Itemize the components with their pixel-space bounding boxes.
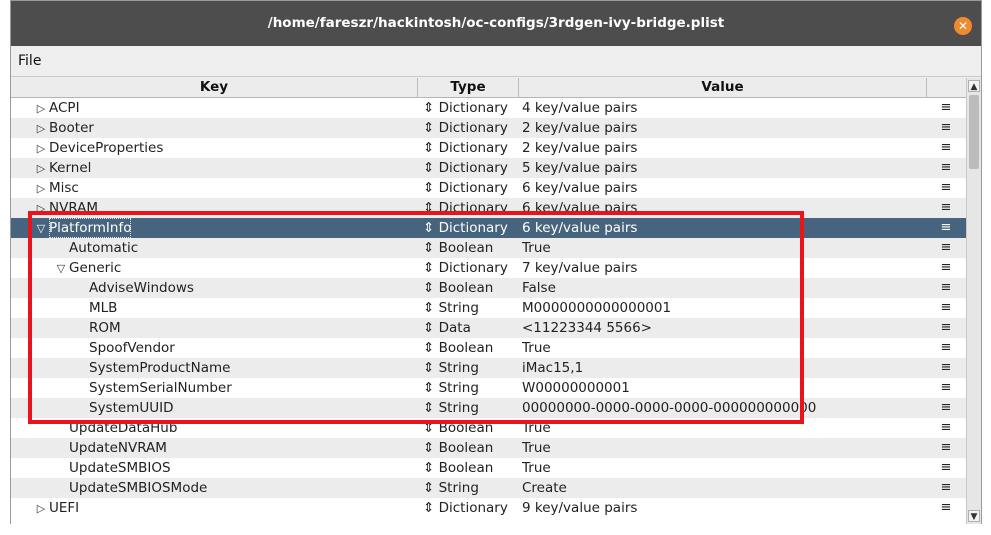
row-menu-icon[interactable]: ≡ (939, 198, 953, 218)
row-type-selector[interactable]: ⇕ Dictionary (423, 178, 519, 198)
row-type-selector[interactable]: ⇕ Dictionary (423, 98, 519, 118)
row-key[interactable]: ▷ DeviceProperties (11, 138, 442, 158)
column-header-value[interactable]: Value (519, 78, 927, 97)
table-row[interactable]: UpdateSMBIOS ⇕ Boolean True ≡ (11, 458, 966, 478)
column-header-key[interactable]: Key (11, 78, 418, 97)
row-menu-icon[interactable]: ≡ (939, 298, 953, 318)
row-menu-icon[interactable]: ≡ (939, 158, 953, 178)
row-menu-icon[interactable]: ≡ (939, 118, 953, 138)
row-key-label: UpdateSMBIOSMode (69, 480, 208, 496)
menu-file[interactable]: File (18, 53, 41, 69)
row-key-label: Kernel (49, 160, 92, 176)
window-title: /home/fareszr/hackintosh/oc-configs/3rdg… (267, 15, 725, 31)
row-key-label: ACPI (49, 100, 80, 116)
table-row[interactable]: ▷ Kernel ⇕ Dictionary 5 key/value pairs ≡ (11, 158, 966, 178)
row-value[interactable]: 4 key/value pairs (522, 98, 922, 118)
table-row[interactable]: ▷ Booter ⇕ Dictionary 2 key/value pairs ≡ (11, 118, 966, 138)
row-menu-icon[interactable]: ≡ (939, 378, 953, 398)
collapsed-arrow-icon[interactable]: ▷ (35, 119, 47, 138)
row-menu-icon[interactable]: ≡ (939, 98, 953, 118)
row-type-selector[interactable]: ⇕ Dictionary (423, 158, 519, 178)
table-header: Key Type Value (11, 78, 966, 98)
row-key[interactable]: ▷ UEFI (11, 498, 442, 518)
row-key-label: UpdateNVRAM (69, 440, 167, 456)
row-key-label: DeviceProperties (49, 140, 164, 156)
row-key-label: UEFI (49, 500, 80, 516)
collapsed-arrow-icon[interactable]: ▷ (35, 159, 47, 178)
row-value[interactable]: 6 key/value pairs (522, 178, 922, 198)
row-menu-icon[interactable]: ≡ (939, 338, 953, 358)
row-value[interactable]: 2 key/value pairs (522, 138, 922, 158)
row-menu-icon[interactable]: ≡ (939, 358, 953, 378)
row-type-selector[interactable]: ⇕ Boolean (423, 458, 519, 478)
row-type-selector[interactable]: ⇕ Dictionary (423, 498, 519, 518)
row-menu-icon[interactable]: ≡ (939, 478, 953, 498)
collapsed-arrow-icon[interactable]: ▷ (35, 179, 47, 198)
row-value[interactable]: Create (522, 478, 922, 498)
scroll-up-icon[interactable]: ▲ (968, 80, 980, 92)
row-key[interactable]: ▷ ACPI (11, 98, 442, 118)
table-row[interactable]: ▷ UEFI ⇕ Dictionary 9 key/value pairs ≡ (11, 498, 966, 518)
row-menu-icon[interactable]: ≡ (939, 398, 953, 418)
row-menu-icon[interactable]: ≡ (939, 318, 953, 338)
scroll-down-icon[interactable]: ▼ (968, 510, 980, 522)
row-menu-icon[interactable]: ≡ (939, 278, 953, 298)
row-key-label: Misc (49, 180, 79, 196)
column-header-actions (927, 78, 966, 97)
row-value[interactable]: True (522, 438, 922, 458)
row-menu-icon[interactable]: ≡ (939, 418, 953, 438)
row-value[interactable]: 9 key/value pairs (522, 498, 922, 518)
row-type-selector[interactable]: ⇕ Boolean (423, 438, 519, 458)
table-row[interactable]: UpdateNVRAM ⇕ Boolean True ≡ (11, 438, 966, 458)
table-row[interactable]: UpdateSMBIOSMode ⇕ String Create ≡ (11, 478, 966, 498)
row-menu-icon[interactable]: ≡ (939, 178, 953, 198)
row-menu-icon[interactable]: ≡ (939, 458, 953, 478)
row-menu-icon[interactable]: ≡ (939, 138, 953, 158)
row-menu-icon[interactable]: ≡ (939, 498, 953, 518)
column-header-type[interactable]: Type (418, 78, 519, 97)
row-value[interactable]: 5 key/value pairs (522, 158, 922, 178)
table-row[interactable]: ▷ ACPI ⇕ Dictionary 4 key/value pairs ≡ (11, 98, 966, 118)
row-menu-icon[interactable]: ≡ (939, 238, 953, 258)
row-value[interactable]: 2 key/value pairs (522, 118, 922, 138)
vertical-scrollbar[interactable]: ▲ ▼ (966, 78, 981, 524)
row-key-label: Booter (49, 120, 94, 136)
row-type-selector[interactable]: ⇕ Dictionary (423, 138, 519, 158)
row-value[interactable]: True (522, 458, 922, 478)
row-type-selector[interactable]: ⇕ Dictionary (423, 118, 519, 138)
row-menu-icon[interactable]: ≡ (939, 438, 953, 458)
title-bar[interactable]: /home/fareszr/hackintosh/oc-configs/3rdg… (11, 1, 981, 46)
row-menu-icon[interactable]: ≡ (939, 258, 953, 278)
collapsed-arrow-icon[interactable]: ▷ (35, 499, 47, 518)
row-key-label: UpdateSMBIOS (69, 460, 171, 476)
table-row[interactable]: ▷ Misc ⇕ Dictionary 6 key/value pairs ≡ (11, 178, 966, 198)
row-key[interactable]: ▷ Booter (11, 118, 442, 138)
collapsed-arrow-icon[interactable]: ▷ (35, 99, 47, 118)
row-type-selector[interactable]: ⇕ String (423, 478, 519, 498)
scrollbar-thumb[interactable] (969, 95, 979, 169)
row-menu-icon[interactable]: ≡ (939, 218, 953, 238)
row-key[interactable]: UpdateSMBIOS (11, 458, 476, 478)
annotation-highlight-box (28, 211, 804, 424)
close-icon[interactable]: ✕ (954, 17, 972, 35)
collapsed-arrow-icon[interactable]: ▷ (35, 139, 47, 158)
row-key[interactable]: ▷ Kernel (11, 158, 442, 178)
row-key[interactable]: UpdateSMBIOSMode (11, 478, 476, 498)
table-row[interactable]: ▷ DeviceProperties ⇕ Dictionary 2 key/value… (11, 138, 966, 158)
menu-bar: File (11, 46, 981, 77)
row-key[interactable]: ▷ Misc (11, 178, 442, 198)
row-key[interactable]: UpdateNVRAM (11, 438, 476, 458)
